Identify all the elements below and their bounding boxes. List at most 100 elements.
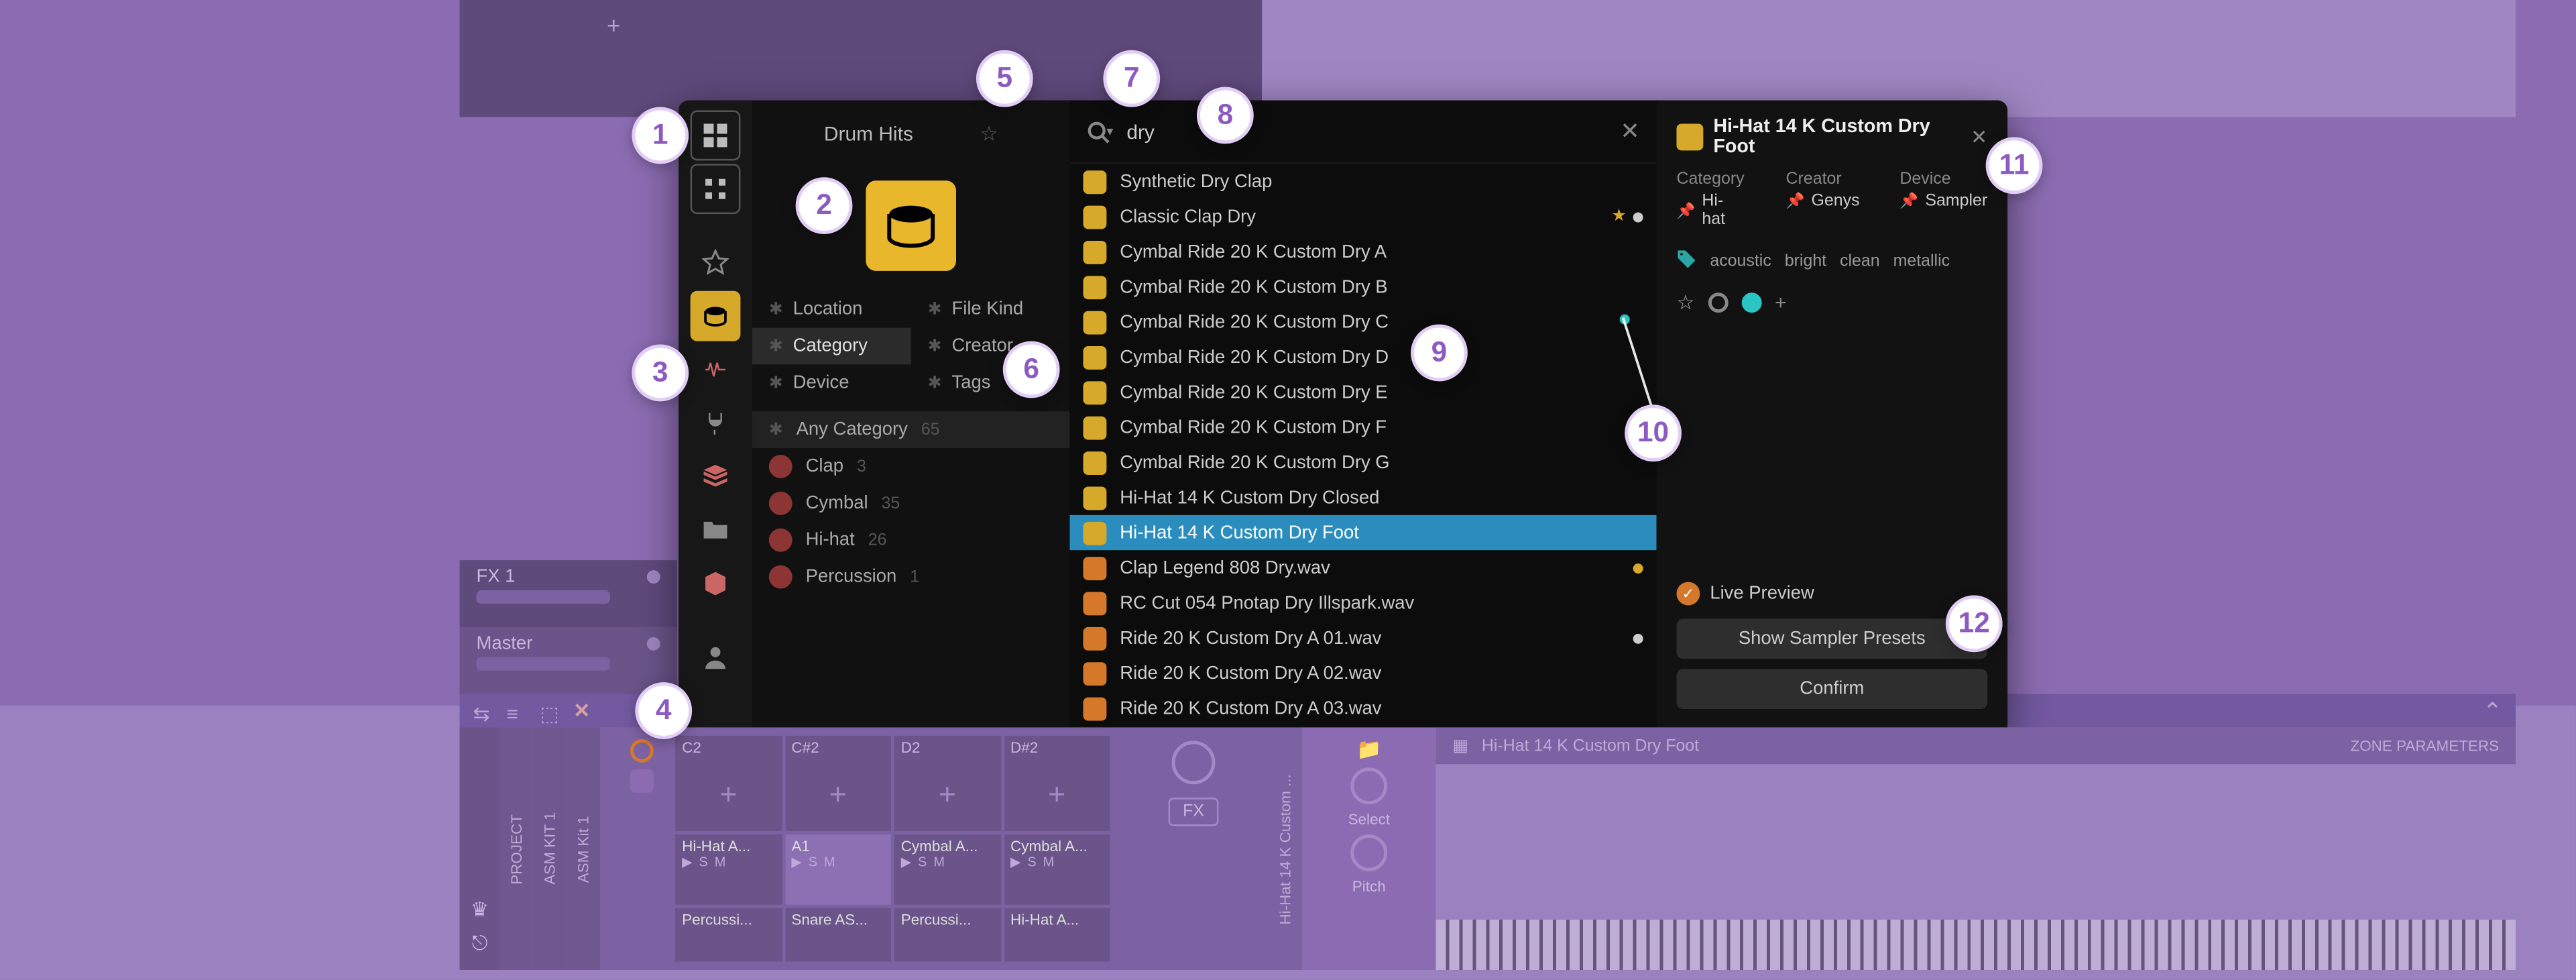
result-row[interactable]: RC Cut 054 Pnotap Dry Illspark.wav: [1070, 586, 1657, 620]
piano-keyboard[interactable]: [1436, 920, 2515, 970]
result-icon: [1083, 521, 1106, 545]
drum-pad[interactable]: Percussi...: [675, 908, 781, 962]
result-row[interactable]: Cymbal Ride 20 K Custom Dry E: [1070, 374, 1657, 409]
favorite-star-icon[interactable]: ☆: [980, 122, 998, 146]
favorite-star-icon[interactable]: ☆: [1676, 291, 1694, 315]
tag[interactable]: clean: [1840, 252, 1880, 270]
detail-close-icon[interactable]: ✕: [1971, 125, 1987, 149]
toolbar-icon[interactable]: ⇆: [473, 702, 490, 719]
zone-parameters-label[interactable]: ZONE PARAMETERS: [2351, 737, 2500, 754]
select-label: Select: [1348, 811, 1390, 828]
device-vert-label[interactable]: ASM KIT 1: [533, 727, 567, 969]
filter-device[interactable]: ✱Device: [752, 364, 911, 401]
category-item[interactable]: Clap3: [752, 448, 1070, 485]
pitch-label: Pitch: [1352, 878, 1386, 895]
result-row[interactable]: Cymbal Ride 20 K Custom Dry C: [1070, 305, 1657, 339]
toolbar-hierarchy-icon[interactable]: ⬚: [540, 702, 557, 719]
device-vert-label[interactable]: PROJECT: [500, 727, 533, 969]
result-row[interactable]: Cymbal Ride 20 K Custom Dry F: [1070, 410, 1657, 445]
category-item[interactable]: Percussion1: [752, 559, 1070, 596]
search-bar: ▾ ✕: [1070, 101, 1657, 164]
drum-pad[interactable]: Cymbal A...▶SM: [894, 835, 1000, 904]
source-plug-icon[interactable]: [691, 398, 741, 448]
drum-pad[interactable]: Hi-Hat A...▶SM: [675, 835, 781, 904]
category-item[interactable]: Hi-hat26: [752, 522, 1070, 559]
drum-pad[interactable]: Snare AS...: [784, 908, 890, 962]
zone-folder-icon[interactable]: 📁: [1356, 737, 1381, 761]
annotation-badge: 8: [1197, 87, 1254, 144]
filter-filekind[interactable]: ✱File Kind: [911, 291, 1070, 328]
source-drum-icon[interactable]: [691, 291, 741, 341]
color-swatch[interactable]: [1741, 292, 1761, 313]
fx-knob[interactable]: [1172, 741, 1216, 784]
show-presets-button[interactable]: Show Sampler Presets: [1676, 618, 1987, 659]
filter-location[interactable]: ✱Location: [752, 291, 911, 328]
drum-pad[interactable]: Hi-Hat A...: [1004, 908, 1110, 962]
search-clear-icon[interactable]: ✕: [1620, 117, 1639, 146]
result-row[interactable]: Cymbal Ride 20 K Custom Dry D: [1070, 339, 1657, 374]
drum-pad[interactable]: A1▶SM: [784, 835, 890, 904]
category-any[interactable]: ✱ Any Category 65: [752, 411, 1070, 448]
result-row[interactable]: Hi-Hat 14 K Custom Dry Foot: [1070, 515, 1657, 550]
add-color-icon[interactable]: +: [1775, 291, 1786, 315]
device-area: ♛ ⎋ PROJECT ASM KIT 1 ASM Kit 1 C2+ C#2+…: [460, 727, 2516, 969]
source-grid-alt-icon[interactable]: [691, 164, 741, 214]
toolbar-close-icon[interactable]: ✕: [573, 699, 590, 722]
result-row[interactable]: Cymbal Ride 20 K Custom Dry A: [1070, 234, 1657, 269]
source-package-icon[interactable]: [691, 559, 741, 609]
result-row[interactable]: Cymbal Ride 20 K Custom Dry B: [1070, 269, 1657, 304]
device-folder-icon[interactable]: [630, 769, 654, 793]
tag[interactable]: bright: [1785, 252, 1826, 270]
confirm-button[interactable]: Confirm: [1676, 669, 1987, 709]
drum-pad[interactable]: Percussi...: [894, 908, 1000, 962]
annotation-badge: 9: [1411, 325, 1468, 382]
toolbar-list-icon[interactable]: ≡: [506, 702, 523, 719]
track-master[interactable]: Master: [460, 627, 677, 694]
drum-pad[interactable]: D#2+: [1004, 736, 1110, 832]
fx-button[interactable]: FX: [1168, 798, 1220, 826]
source-layers-icon[interactable]: [691, 451, 741, 502]
sample-vert-label[interactable]: Hi-Hat 14 K Custom ...: [1269, 727, 1302, 969]
result-row[interactable]: Classic Clap Dry ★: [1070, 199, 1657, 234]
tag[interactable]: acoustic: [1710, 252, 1771, 270]
browser-results: ▾ ✕ Synthetic Dry ClapClassic Clap Dry★C…: [1070, 101, 1657, 736]
drum-pad[interactable]: Cymbal A...▶SM: [1004, 835, 1110, 904]
drum-pad[interactable]: C#2+: [784, 736, 890, 832]
result-name: Classic Clap Dry: [1120, 207, 1256, 227]
result-row[interactable]: Cymbal Ride 20 K Custom Dry G: [1070, 445, 1657, 480]
result-row[interactable]: Synthetic Dry Clap: [1070, 164, 1657, 199]
result-row[interactable]: Ride 20 K Custom Dry A 02.wav: [1070, 655, 1657, 690]
track-indicator: [647, 637, 660, 651]
device-power-icon[interactable]: [630, 739, 654, 763]
favorite-star-icon: ★: [1611, 207, 1626, 225]
result-row[interactable]: Clap Legend 808 Dry.wav: [1070, 550, 1657, 585]
pitch-knob[interactable]: [1350, 834, 1387, 871]
source-user-icon[interactable]: [691, 632, 741, 682]
meta-creator[interactable]: 📌Genys: [1786, 193, 1860, 211]
result-row[interactable]: Ride 20 K Custom Dry A 01.wav: [1070, 620, 1657, 655]
add-tab-button[interactable]: +: [607, 11, 620, 38]
result-row[interactable]: Ride 20 K Custom Dry A 03.wav: [1070, 691, 1657, 726]
category-item[interactable]: Cymbal35: [752, 485, 1070, 522]
tag[interactable]: metallic: [1893, 252, 1950, 270]
source-wave-icon[interactable]: [691, 345, 741, 395]
search-icon[interactable]: ▾: [1086, 119, 1113, 143]
device-vert-label[interactable]: ASM Kit 1: [567, 727, 600, 969]
waveform-display[interactable]: [1436, 764, 2515, 970]
drum-pad[interactable]: D2+: [894, 736, 1000, 832]
source-star-icon[interactable]: [691, 237, 741, 288]
select-knob[interactable]: [1350, 767, 1387, 804]
crown-icon: ♛: [471, 898, 489, 922]
source-folder-icon[interactable]: [691, 505, 741, 555]
source-grid-icon[interactable]: [691, 111, 741, 161]
meta-device[interactable]: 📌Sampler: [1899, 193, 1987, 211]
live-preview-toggle[interactable]: ✓: [1676, 582, 1700, 606]
device-master-strip: ♛ ⎋: [460, 727, 500, 969]
drum-pad[interactable]: C2+: [675, 736, 781, 832]
filter-category[interactable]: ✱Category: [752, 328, 911, 365]
meta-category[interactable]: 📌Hi-hat: [1676, 193, 1745, 229]
track-fx1[interactable]: FX 1: [460, 560, 677, 627]
result-row[interactable]: Hi-Hat 14 K Custom Dry Closed: [1070, 480, 1657, 514]
color-swatch[interactable]: [1708, 292, 1728, 313]
toolbar-collapse-icon[interactable]: ⌃: [2483, 696, 2502, 724]
